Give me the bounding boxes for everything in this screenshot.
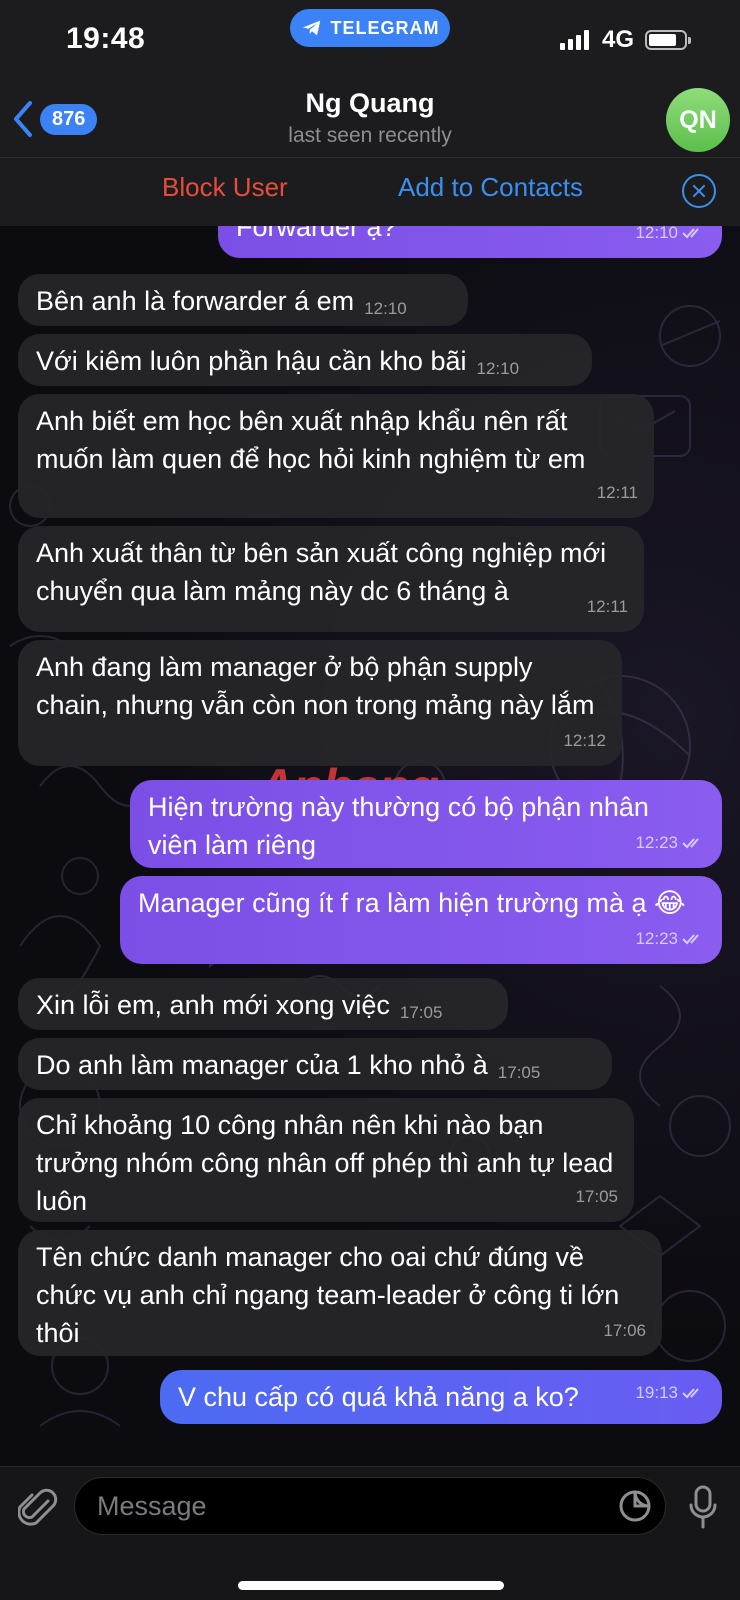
chat-title[interactable]: Ng Quang [0, 88, 740, 119]
message-time: 17:05 [497, 1063, 541, 1082]
read-checks-icon [682, 1388, 699, 1399]
message-bubble-incoming[interactable]: Với kiêm luôn phần hậu cần kho bãi 12:10 [18, 334, 592, 386]
message-input[interactable] [74, 1477, 666, 1535]
message-text: Hiện trường này thường có bộ phận nhân v… [148, 792, 649, 860]
sticker-icon[interactable] [618, 1489, 652, 1523]
message-time: 12:10 [635, 226, 706, 252]
message-time: 17:05 [575, 1187, 618, 1206]
message-text: Anh biết em học bên xuất nhập khẩu nên r… [36, 406, 586, 474]
message-time: 12:10 [476, 359, 520, 378]
app-indicator-pill[interactable]: TELEGRAM [290, 9, 450, 47]
message-bubble-incoming[interactable]: Tên chức danh manager cho oai chứ đúng v… [18, 1230, 662, 1356]
contact-action-bar: Block User Add to Contacts [0, 158, 740, 226]
message-time: 12:23 [635, 824, 706, 862]
message-time: 17:05 [399, 1003, 443, 1022]
message-bubble-incoming[interactable]: Anh xuất thân từ bên sản xuất công nghiệ… [18, 526, 644, 632]
message-text: Forwarder ạ? [236, 226, 397, 242]
telegram-icon [302, 20, 320, 36]
message-time: 12:10 [364, 299, 407, 318]
message-bubble-incoming[interactable]: Anh biết em học bên xuất nhập khẩu nên r… [18, 394, 654, 518]
chat-header: 876 Ng Quang last seen recently QN [0, 82, 740, 158]
message-bubble-incoming[interactable]: Bên anh là forwarder á em 12:10 [18, 274, 468, 326]
paperclip-icon[interactable] [18, 1487, 58, 1531]
message-text: Chỉ khoảng 10 công nhân nên khi nào bạn … [36, 1110, 614, 1216]
block-user-button[interactable]: Block User [162, 172, 288, 203]
read-checks-icon [682, 838, 699, 849]
message-bubble-incoming[interactable]: Anh đang làm manager ở bộ phận supply ch… [18, 640, 622, 766]
status-bar: 19:48 TELEGRAM 4G [0, 0, 740, 82]
message-bubble-outgoing[interactable]: Manager cũng ít f ra làm hiện trường mà … [120, 876, 722, 964]
add-to-contacts-button[interactable]: Add to Contacts [398, 172, 583, 203]
message-bubble-outgoing[interactable]: V chu cấp có quá khả năng a ko? 19:13 [160, 1370, 722, 1424]
message-bubble-outgoing[interactable]: Hiện trường này thường có bộ phận nhân v… [130, 780, 722, 868]
message-composer [0, 1466, 740, 1600]
message-time: 17:06 [603, 1321, 646, 1340]
message-text: Manager cũng ít f ra làm hiện trường mà … [138, 888, 686, 918]
close-icon[interactable] [682, 174, 716, 208]
message-bubble-incoming[interactable]: Xin lỗi em, anh mới xong việc 17:05 [18, 978, 508, 1030]
message-bubble-outgoing[interactable]: Forwarder ạ? 12:10 [218, 226, 722, 258]
message-time: 19:13 [635, 1374, 706, 1412]
message-text: Bên anh là forwarder á em [36, 286, 355, 316]
message-time: 12:23 [635, 920, 706, 958]
message-time: 12:11 [586, 597, 628, 616]
avatar[interactable]: QN [666, 88, 730, 152]
message-text: V chu cấp có quá khả năng a ko? [178, 1382, 579, 1412]
message-text: Xin lỗi em, anh mới xong việc [36, 990, 390, 1020]
message-text: Tên chức danh manager cho oai chứ đúng v… [36, 1242, 620, 1348]
read-checks-icon [682, 934, 699, 945]
last-seen-status: last seen recently [288, 124, 452, 147]
message-text: Anh đang làm manager ở bộ phận supply ch… [36, 652, 595, 720]
message-text: Do anh làm manager của 1 kho nhỏ à [36, 1050, 488, 1080]
home-indicator[interactable] [238, 1581, 504, 1590]
message-time: 12:11 [596, 483, 638, 502]
read-checks-icon [682, 228, 699, 239]
app-pill-label: TELEGRAM [330, 17, 440, 38]
message-bubble-incoming[interactable]: Do anh làm manager của 1 kho nhỏ à 17:05 [18, 1038, 612, 1090]
status-time: 19:48 [66, 22, 146, 55]
message-text: Với kiêm luôn phần hậu cần kho bãi [36, 346, 467, 376]
message-text: Anh xuất thân từ bên sản xuất công nghiệ… [36, 538, 607, 606]
message-time: 12:12 [563, 731, 606, 750]
chat-messages-area[interactable]: Forwarder ạ? 12:10 Bên anh là forwarder … [0, 226, 740, 1466]
message-bubble-incoming[interactable]: Chỉ khoảng 10 công nhân nên khi nào bạn … [18, 1098, 634, 1222]
microphone-icon[interactable] [688, 1485, 718, 1529]
signal-icon [560, 30, 589, 50]
network-type: 4G [602, 26, 635, 53]
battery-icon [645, 30, 691, 50]
